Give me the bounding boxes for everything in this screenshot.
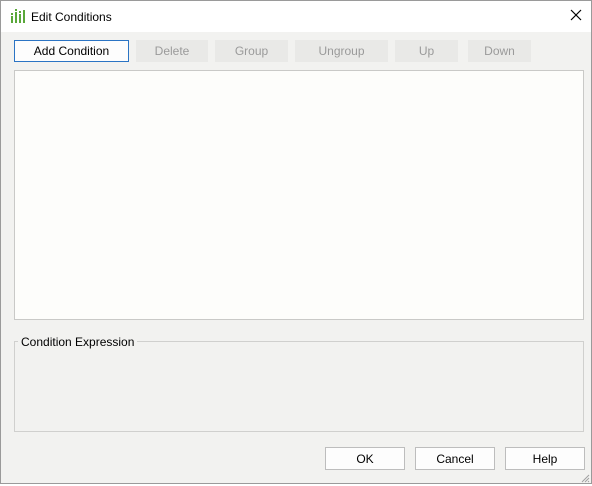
title-bar[interactable]: Edit Conditions — [1, 1, 591, 32]
down-button[interactable]: Down — [468, 40, 531, 62]
resize-grip-icon[interactable] — [580, 472, 590, 483]
close-icon — [570, 9, 582, 24]
group-button[interactable]: Group — [215, 40, 288, 62]
edit-conditions-dialog: Edit Conditions Add Condition Delete Gro… — [0, 0, 592, 484]
close-button[interactable] — [561, 3, 591, 29]
up-button[interactable]: Up — [395, 40, 458, 62]
cancel-button[interactable]: Cancel — [415, 447, 495, 470]
add-condition-button[interactable]: Add Condition — [14, 40, 129, 62]
condition-list[interactable] — [14, 70, 584, 320]
dialog-title: Edit Conditions — [31, 10, 112, 24]
ok-button[interactable]: OK — [325, 447, 405, 470]
ungroup-button[interactable]: Ungroup — [295, 40, 388, 62]
condition-expression-label: Condition Expression — [18, 335, 138, 349]
help-button[interactable]: Help — [505, 447, 585, 470]
bar-chart-icon — [10, 8, 26, 24]
delete-button[interactable]: Delete — [136, 40, 208, 62]
condition-expression-box — [14, 341, 584, 432]
